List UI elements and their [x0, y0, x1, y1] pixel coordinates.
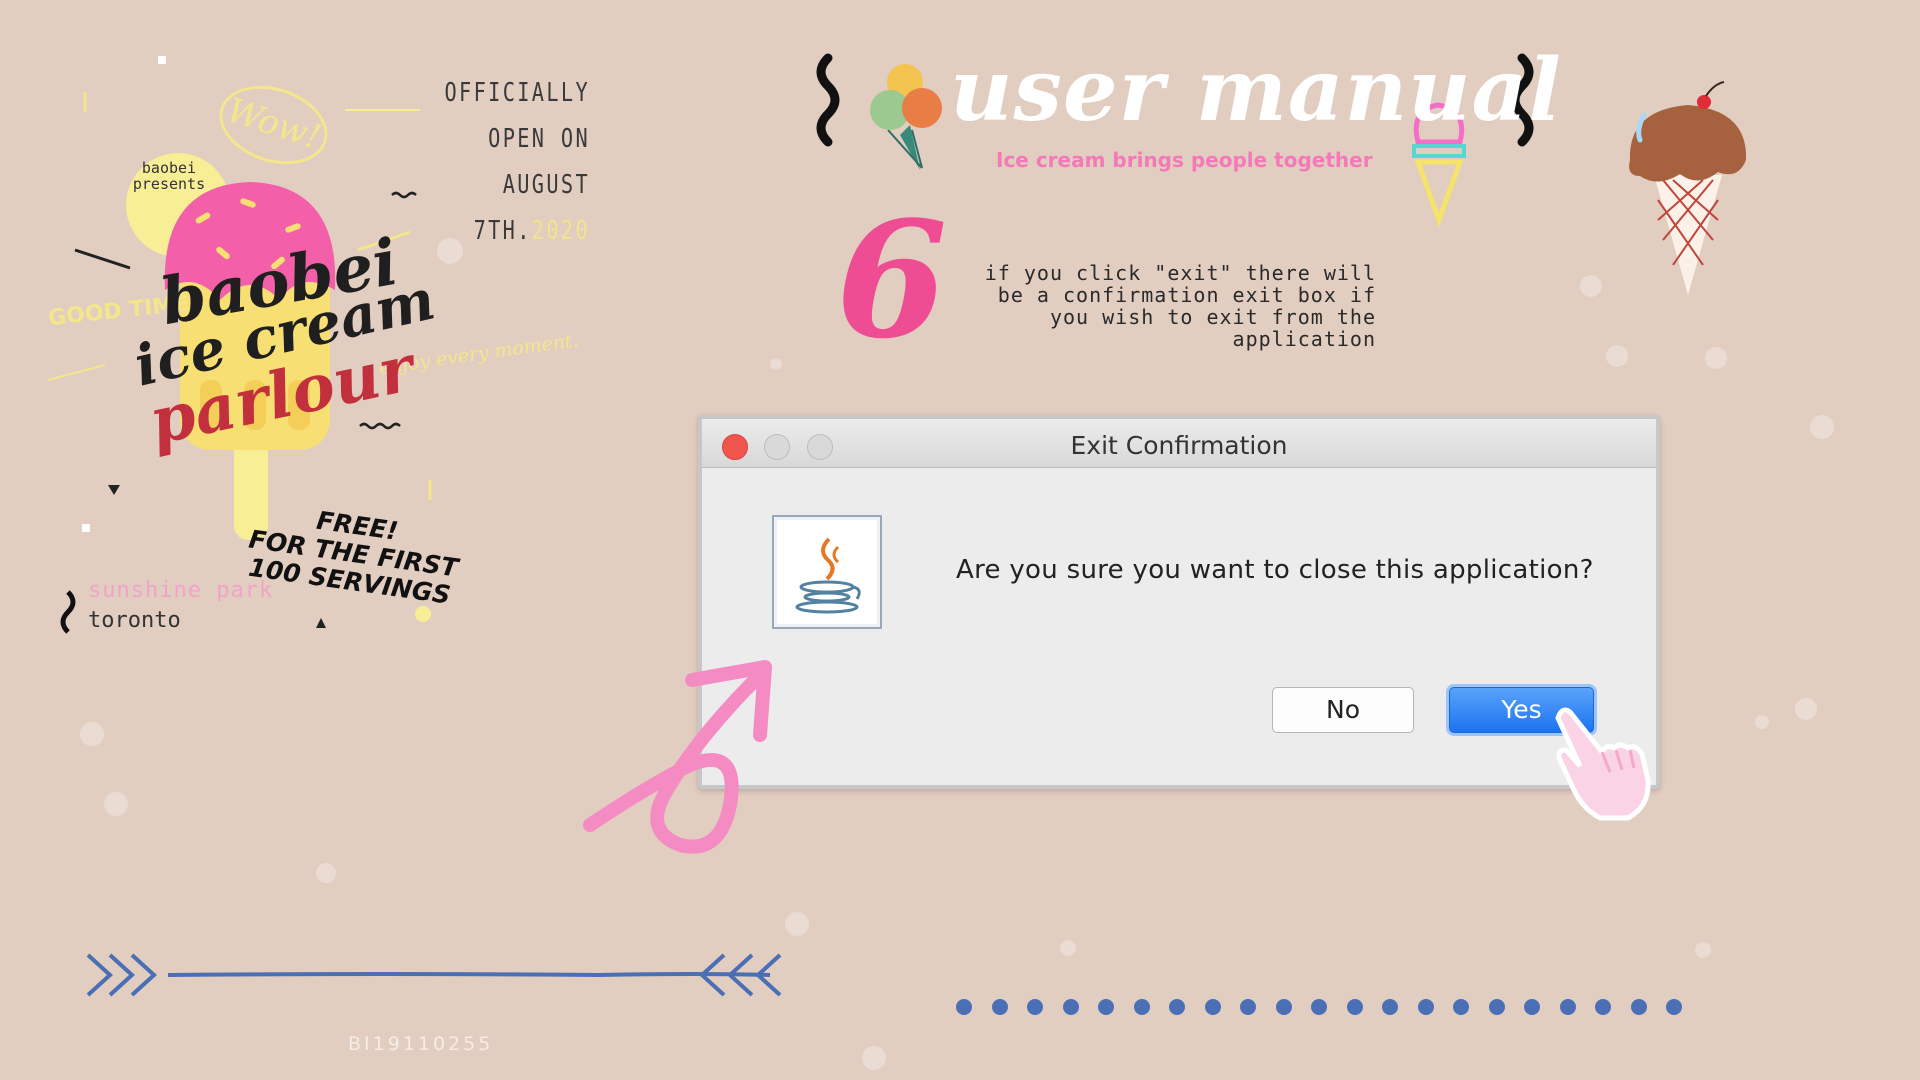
step-number: 6 — [836, 186, 948, 374]
bokeh-dot — [862, 1046, 886, 1070]
double-arrow-decoration — [86, 953, 782, 997]
exit-confirmation-dialog: Exit Confirmation Are you sure you want … — [698, 415, 1660, 789]
bokeh-dot — [104, 792, 128, 816]
city-text: toronto — [88, 608, 181, 633]
manual-title: user manual — [950, 40, 1563, 141]
bokeh-dot — [316, 863, 336, 883]
dialog-title: Exit Confirmation — [1070, 431, 1288, 460]
java-icon — [772, 515, 882, 629]
location-text: sunshine park — [88, 578, 274, 603]
bokeh-dot — [1060, 940, 1076, 956]
dotted-line-decoration — [956, 999, 1682, 1015]
dialog-titlebar[interactable]: Exit Confirmation — [702, 419, 1656, 468]
bokeh-dot — [1795, 698, 1817, 720]
bokeh-dot — [1810, 415, 1834, 439]
desktop-background: { "poster": { "open_line1": "OFFICIALLY … — [0, 0, 1920, 1080]
pointer-hand-icon — [1555, 707, 1651, 821]
curved-arrow-icon — [583, 660, 772, 854]
no-button[interactable]: No — [1272, 687, 1414, 733]
bokeh-dot — [770, 358, 782, 370]
bokeh-dot — [1695, 942, 1711, 958]
tagline: Ice cream brings people together — [996, 148, 1373, 172]
confirmation-message: Are you sure you want to close this appl… — [956, 555, 1594, 585]
presents-text: baobei presents — [132, 159, 206, 193]
bokeh-dot — [1606, 345, 1628, 367]
bokeh-dot — [1755, 715, 1769, 729]
bokeh-dot — [1705, 347, 1727, 369]
ice-cream-cone-icon — [1629, 81, 1747, 295]
bokeh-dot — [1580, 275, 1602, 297]
project-code: BI19110255 — [348, 1033, 494, 1055]
bokeh-dot — [785, 912, 809, 936]
step-description: if you click "exit" there will be a conf… — [984, 261, 1376, 351]
bokeh-dot — [80, 722, 104, 746]
